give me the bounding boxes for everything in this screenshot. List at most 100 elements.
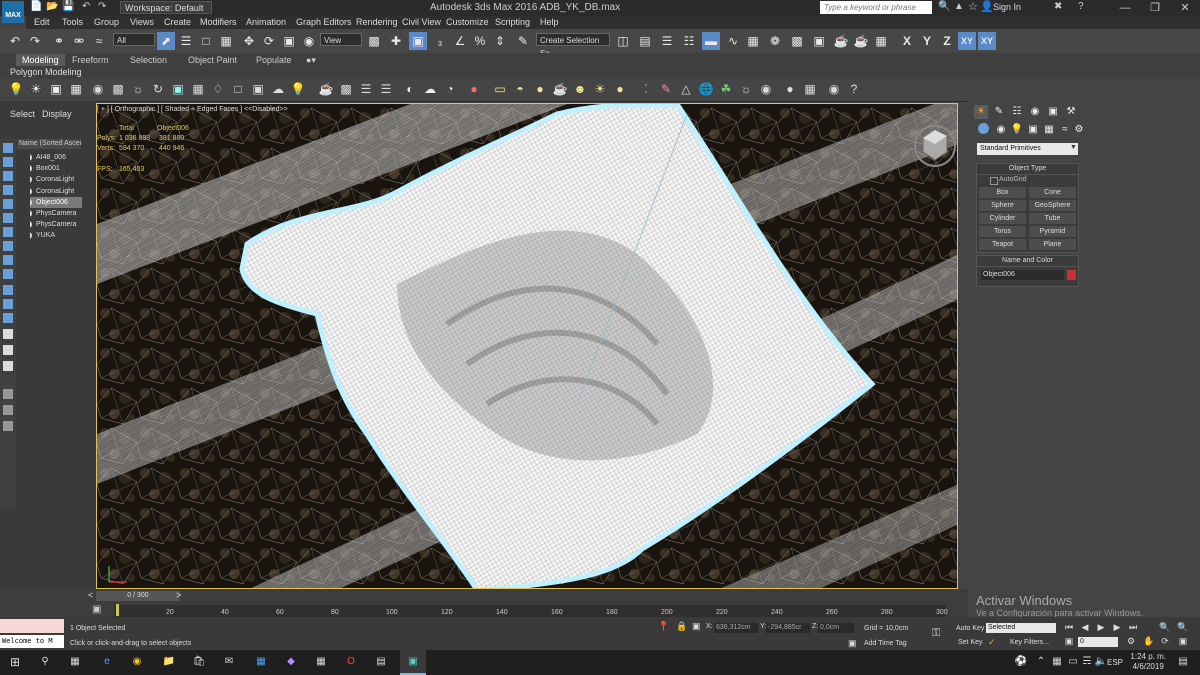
tab-populate[interactable]: Populate <box>250 54 298 66</box>
tab-object-paint[interactable]: Object Paint <box>182 54 243 66</box>
play-icon[interactable]: ▶ <box>1094 621 1108 633</box>
utilities-tab-icon[interactable]: ⚒ <box>1064 105 1078 119</box>
geosphere-button[interactable]: GeoSphere <box>1029 200 1076 211</box>
material-library-icon[interactable]: ▣ <box>250 81 266 97</box>
visibility-icon[interactable] <box>30 232 32 240</box>
object-name-input[interactable]: Object006 <box>981 270 1064 280</box>
notes-icon[interactable]: ▤ <box>374 655 388 669</box>
previous-frame-icon[interactable]: ◀ <box>1078 621 1092 633</box>
mini-curve-editor-icon[interactable]: ▣ <box>92 604 101 615</box>
object-type-title[interactable]: Object Type <box>977 164 1078 175</box>
select-by-name-icon[interactable]: ☰ <box>177 32 195 50</box>
systems-category-icon[interactable]: ⚙ <box>1072 123 1086 137</box>
modify-tab-icon[interactable]: ✎ <box>992 105 1006 119</box>
window-crossing-icon[interactable]: ▦ <box>217 32 235 50</box>
edit-named-selection-icon[interactable]: ✎ <box>514 32 532 50</box>
track-bar[interactable] <box>114 605 946 617</box>
sphere-button[interactable]: Sphere <box>979 200 1026 211</box>
windows-start-icon[interactable]: ⊞ <box>8 655 22 669</box>
explorer-row[interactable]: PhysCamera <box>30 208 82 219</box>
particles-icon[interactable]: ⁚ <box>638 81 654 97</box>
sky-icon[interactable]: ☁ <box>422 81 438 97</box>
search-icon[interactable]: 🔍 <box>938 1 950 12</box>
filter-lights-icon[interactable] <box>3 171 13 181</box>
new-file-icon[interactable]: 📄 <box>30 1 42 12</box>
current-frame-field[interactable]: 0 <box>1078 637 1118 647</box>
filter-all-icon[interactable] <box>3 313 13 323</box>
visibility-icon[interactable] <box>30 221 32 229</box>
ribbon-options-icon[interactable]: ●▾ <box>300 54 322 66</box>
3dsmax-taskbar-icon[interactable]: ▣ <box>406 655 420 669</box>
transform-mode-icon[interactable]: ▣ <box>692 621 701 632</box>
wifi-icon[interactable]: ☴ <box>1080 655 1094 669</box>
select-object-icon[interactable]: ⬈ <box>157 32 175 50</box>
edge-browser-icon[interactable]: e <box>100 655 114 669</box>
render-elements-icon[interactable]: ☰ <box>358 81 374 97</box>
name-and-color-title[interactable]: Name and Color <box>977 256 1078 267</box>
maximize-button[interactable]: ❐ <box>1140 0 1170 16</box>
menu-views[interactable]: Views <box>130 16 154 29</box>
tube-button[interactable]: Tube <box>1029 213 1076 224</box>
renderer-icon[interactable]: ◉ <box>826 81 842 97</box>
autogrid-checkbox[interactable]: AutoGrid <box>990 176 1027 185</box>
viewport-render[interactable] <box>97 104 958 589</box>
explorer-row[interactable]: YUKA <box>30 230 82 241</box>
visibility-icon[interactable] <box>30 165 32 173</box>
tray-app-icon[interactable]: ▦ <box>1050 655 1064 669</box>
file-explorer-icon[interactable]: 📁 <box>162 655 176 669</box>
app-logo[interactable]: MAX <box>2 1 24 23</box>
render-production-icon[interactable]: ☕ <box>832 32 850 50</box>
filter-bones-icon[interactable] <box>3 255 13 265</box>
lamp-icon[interactable]: ☕ <box>552 81 568 97</box>
explorer-column-header[interactable]: Name (Sorted Ascending) <box>17 139 81 149</box>
add-time-tag-button[interactable]: Add Time Tag <box>864 640 907 647</box>
mail-icon[interactable]: ✉ <box>222 655 236 669</box>
schematic-view-icon[interactable]: ▦ <box>744 32 762 50</box>
filter-xrefs-icon[interactable] <box>3 241 13 251</box>
z-coordinate-field[interactable]: 0,0cm <box>818 623 854 633</box>
selection-filter-dropdown[interactable]: All <box>113 33 155 46</box>
go-to-end-icon[interactable]: ⏭ <box>1126 621 1140 633</box>
visibility-icon[interactable] <box>30 187 32 195</box>
mirror-icon[interactable]: ◫ <box>614 32 632 50</box>
sign-in-link[interactable]: Sign In <box>993 2 1021 12</box>
spacewarps-category-icon[interactable]: ≈ <box>1058 123 1072 137</box>
clock[interactable]: 1:24 p. m. 4/6/2019 <box>1130 652 1166 672</box>
keyword-search-input[interactable]: Type a keyword or phrase <box>820 1 932 14</box>
tab-selection[interactable]: Selection <box>124 54 173 66</box>
shapes-category-icon[interactable]: ◉ <box>994 123 1008 137</box>
pivot-center-icon[interactable]: ▩ <box>365 32 383 50</box>
time-configuration-icon[interactable]: ⚙ <box>1124 635 1138 647</box>
zoom-all-icon[interactable]: 🔍 <box>1176 621 1190 633</box>
ribbon-toggle-icon[interactable]: ▬ <box>702 32 720 50</box>
people-icon[interactable]: ⚽ <box>1014 655 1028 669</box>
maxscript-listener-input[interactable] <box>0 619 64 633</box>
primitive-type-dropdown[interactable]: Standard Primitives <box>977 143 1078 155</box>
auto-key-button[interactable]: Auto Key <box>956 625 984 632</box>
image-icon[interactable]: ▣ <box>170 81 186 97</box>
opera-browser-icon[interactable]: O <box>344 655 358 669</box>
perspective-viewport[interactable]: [ + ] [ Orthographic ] [ Shaded + Edged … <box>96 103 958 589</box>
filter-containers-icon[interactable] <box>3 269 13 279</box>
find-icon[interactable] <box>3 405 13 415</box>
menu-help[interactable]: Help <box>540 16 559 29</box>
tab-modeling[interactable]: Modeling <box>16 54 65 66</box>
scatter-icon[interactable]: ♢ <box>210 81 226 97</box>
named-selection-set-dropdown[interactable]: Create Selection Se <box>536 33 610 58</box>
render-frame-icon[interactable]: ▦ <box>872 32 890 50</box>
explorer-row[interactable]: Box001 <box>30 163 82 174</box>
rectangular-selection-icon[interactable]: □ <box>197 32 215 50</box>
app-icon-network[interactable]: ▦ <box>254 655 268 669</box>
filter-helpers-icon[interactable] <box>3 199 13 209</box>
curve-editor-icon[interactable]: ∿ <box>724 32 742 50</box>
plant-icon[interactable]: ☘ <box>718 81 734 97</box>
move-icon[interactable]: ✥ <box>240 32 258 50</box>
cylinder-button[interactable]: Cylinder <box>979 213 1026 224</box>
axis-z-button[interactable]: Z <box>938 32 956 50</box>
interactive-render-icon[interactable]: ● <box>782 81 798 97</box>
tray-chevron-icon[interactable]: ⌃ <box>1034 655 1048 669</box>
filter-none-icon[interactable] <box>3 329 13 339</box>
filter-invert-icon[interactable] <box>3 345 13 355</box>
funnel-filter-icon[interactable] <box>3 389 13 399</box>
unlink-icon[interactable]: ⚮ <box>70 32 88 50</box>
